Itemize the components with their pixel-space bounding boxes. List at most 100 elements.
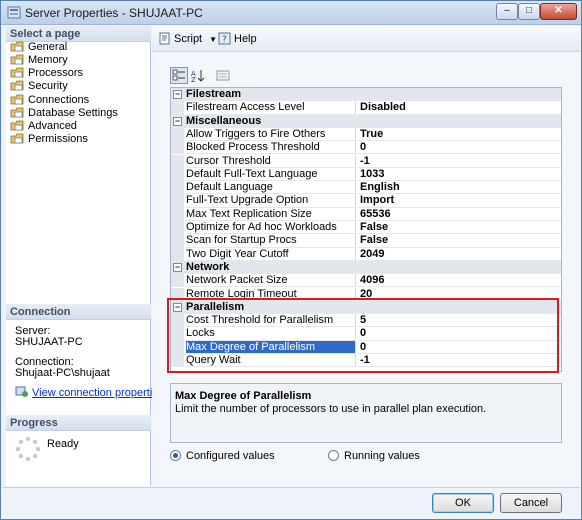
property-value[interactable]: 2049 xyxy=(358,248,561,261)
category-label: Miscellaneous xyxy=(186,114,262,127)
category-row[interactable]: − Network xyxy=(171,260,561,275)
view-connection-properties-link[interactable]: View connection properties xyxy=(32,387,164,399)
property-row[interactable]: Default Language English xyxy=(171,181,561,195)
configured-values-radio[interactable] xyxy=(170,450,181,461)
row-gutter xyxy=(171,207,184,221)
property-row[interactable]: Network Packet Size 4096 xyxy=(171,274,561,288)
row-gutter xyxy=(171,194,184,208)
page-label: Connections xyxy=(28,94,90,106)
page-item-connections[interactable]: Connections xyxy=(10,94,89,107)
description-title: Max Degree of Parallelism xyxy=(175,390,312,402)
property-row[interactable]: Two Digit Year Cutoff 2049 xyxy=(171,247,561,261)
toolbar: Script ▼ ? Help xyxy=(152,26,580,52)
cancel-button[interactable]: Cancel xyxy=(500,493,562,513)
button-bar: OK Cancel xyxy=(2,487,580,519)
progress-header: Progress xyxy=(6,415,151,431)
property-value[interactable]: English xyxy=(358,181,561,195)
svg-text:Z: Z xyxy=(191,76,196,83)
row-gutter xyxy=(171,101,184,115)
property-name[interactable]: Scan for Startup Procs xyxy=(186,234,356,248)
page-item-advanced[interactable]: Advanced xyxy=(10,120,77,133)
help-label: Help xyxy=(234,33,257,45)
property-value[interactable]: True xyxy=(358,128,561,142)
sort-alphabetical-icon[interactable]: AZ xyxy=(189,67,207,84)
property-name[interactable]: Blocked Process Threshold xyxy=(186,141,356,155)
property-row[interactable]: Filestream Access Level Disabled xyxy=(171,101,561,115)
server-value: SHUJAAT-PC xyxy=(15,336,83,348)
progress-spinner-icon xyxy=(15,436,41,462)
property-name[interactable]: Max Text Replication Size xyxy=(186,207,356,221)
window-title: Server Properties - SHUJAAT-PC xyxy=(25,6,203,20)
collapse-icon[interactable]: − xyxy=(173,116,182,126)
property-name[interactable]: Filestream Access Level xyxy=(186,101,356,115)
property-row[interactable]: Blocked Process Threshold 0 xyxy=(171,141,561,155)
running-values-option[interactable]: Running values xyxy=(328,449,420,463)
page-label: Permissions xyxy=(28,133,88,145)
property-value[interactable]: -1 xyxy=(358,155,561,168)
property-value[interactable]: False xyxy=(358,234,561,248)
connection-header: Connection xyxy=(6,304,151,320)
property-name[interactable]: Full-Text Upgrade Option xyxy=(186,194,356,208)
property-name[interactable]: Allow Triggers to Fire Others xyxy=(186,127,356,142)
property-value[interactable]: Import xyxy=(358,194,561,208)
minimize-button[interactable]: – xyxy=(496,3,518,20)
property-pages-icon[interactable] xyxy=(214,67,232,84)
row-gutter xyxy=(171,167,184,182)
configured-values-label: Configured values xyxy=(186,450,275,462)
row-gutter xyxy=(171,234,184,248)
property-name[interactable]: Default Language xyxy=(186,181,356,195)
row-gutter xyxy=(171,154,184,168)
help-button[interactable]: ? Help xyxy=(218,31,257,47)
category-label: Filestream xyxy=(186,88,242,100)
category-row[interactable]: − Filestream xyxy=(171,88,561,102)
page-item-database-settings[interactable]: Database Settings xyxy=(10,107,118,120)
page-icon xyxy=(10,133,24,144)
property-row[interactable]: Full-Text Upgrade Option Import xyxy=(171,194,561,208)
grid-toolbar: AZ xyxy=(170,67,240,85)
view-connection-properties[interactable]: View connection properties xyxy=(15,386,164,399)
left-pane: Select a page General Memory Processors … xyxy=(6,26,164,486)
row-gutter xyxy=(171,181,184,195)
category-row[interactable]: − Miscellaneous xyxy=(171,114,561,128)
title-bar[interactable]: Server Properties - SHUJAAT-PC – □ ✕ xyxy=(1,1,581,25)
running-values-radio[interactable] xyxy=(328,450,339,461)
property-name[interactable]: Default Full-Text Language xyxy=(186,167,356,182)
collapse-icon[interactable]: − xyxy=(173,90,182,99)
maximize-button[interactable]: □ xyxy=(518,3,540,20)
configured-values-option[interactable]: Configured values xyxy=(170,449,275,463)
collapse-icon[interactable]: − xyxy=(173,262,182,272)
categorized-icon[interactable] xyxy=(170,67,188,84)
row-gutter xyxy=(171,221,184,235)
property-name[interactable]: Cursor Threshold xyxy=(186,154,356,168)
page-item-permissions[interactable]: Permissions xyxy=(10,133,88,146)
page-label: General xyxy=(28,41,68,53)
close-button[interactable]: ✕ xyxy=(540,3,577,20)
property-value[interactable]: 65536 xyxy=(358,208,561,221)
server-properties-icon xyxy=(7,6,21,19)
script-button[interactable]: Script ▼ xyxy=(158,31,217,47)
property-value[interactable]: 1033 xyxy=(358,168,561,182)
property-value[interactable]: 4096 xyxy=(358,274,561,288)
property-name[interactable]: Network Packet Size xyxy=(186,274,356,288)
property-name[interactable]: Optimize for Ad hoc Workloads xyxy=(186,221,356,235)
property-value[interactable]: Disabled xyxy=(358,101,561,115)
property-row[interactable]: Default Full-Text Language 1033 xyxy=(171,167,561,182)
page-item-memory[interactable]: Memory xyxy=(10,54,68,67)
property-row[interactable]: Max Text Replication Size 65536 xyxy=(171,207,561,221)
chevron-down-icon[interactable]: ▼ xyxy=(209,35,217,44)
property-name[interactable]: Two Digit Year Cutoff xyxy=(186,247,356,261)
description-text: Limit the number of processors to use in… xyxy=(175,403,487,415)
property-row[interactable]: Cursor Threshold -1 xyxy=(171,154,561,168)
ok-button[interactable]: OK xyxy=(432,493,494,513)
help-icon: ? xyxy=(218,32,231,45)
property-value[interactable]: 0 xyxy=(358,141,561,155)
property-value[interactable]: False xyxy=(358,221,561,235)
page-item-processors[interactable]: Processors xyxy=(10,67,83,80)
property-row[interactable]: Optimize for Ad hoc Workloads False xyxy=(171,221,561,235)
property-row[interactable]: Allow Triggers to Fire Others True xyxy=(171,127,561,142)
page-item-general[interactable]: General xyxy=(10,41,67,54)
page-icon xyxy=(10,107,24,118)
page-item-security[interactable]: Security xyxy=(10,80,68,93)
page-icon xyxy=(10,54,24,65)
property-row[interactable]: Scan for Startup Procs False xyxy=(171,234,561,248)
